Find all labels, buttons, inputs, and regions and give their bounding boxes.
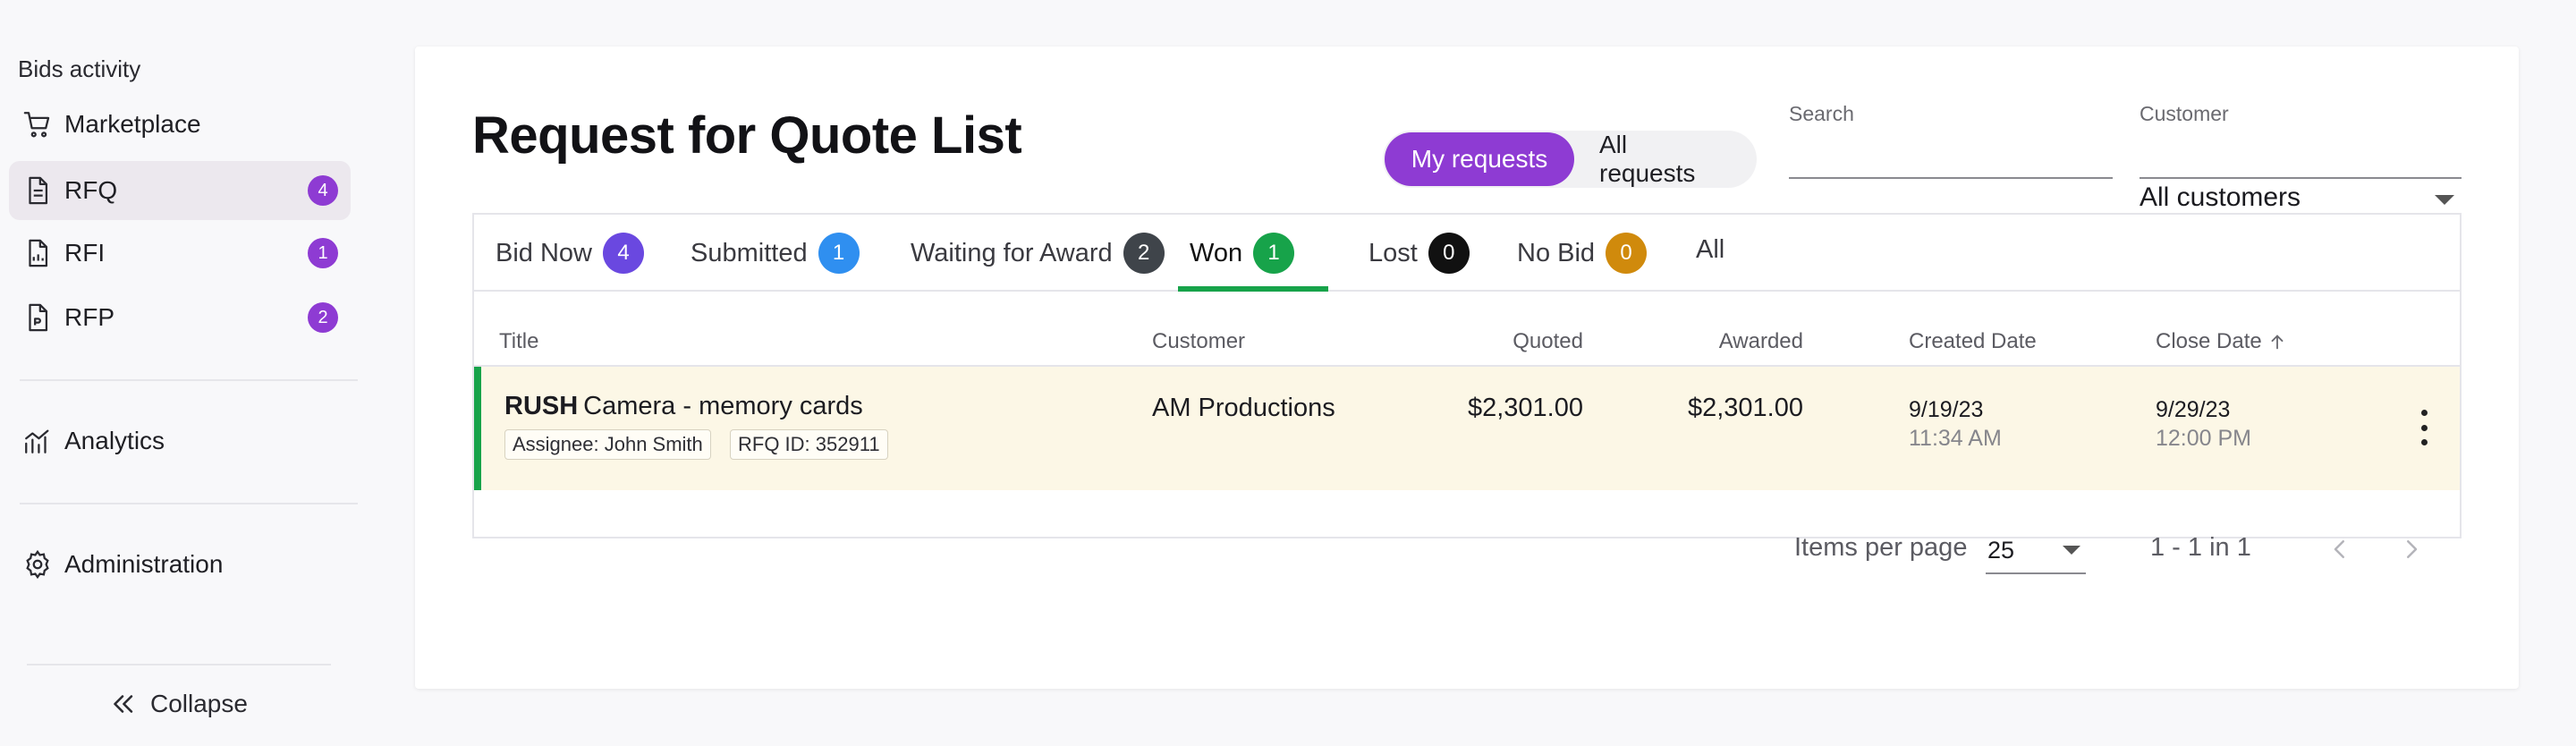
next-page-button[interactable]: [2394, 530, 2429, 569]
collapse-label: Collapse: [150, 690, 248, 717]
count-badge: 0: [1428, 233, 1470, 274]
row-awarded: $2,301.00: [1687, 394, 1803, 422]
document-icon: [20, 173, 55, 208]
more-options-icon[interactable]: [2415, 410, 2433, 445]
sidebar-section-title: Bids activity: [18, 55, 141, 82]
tab-label: Won: [1190, 238, 1243, 267]
divider: [20, 379, 358, 381]
sort-ascending-icon: [2271, 335, 2284, 350]
column-header-close-date[interactable]: Close Date: [2156, 329, 2287, 354]
tab-label: Lost: [1368, 238, 1418, 267]
tab-label: Waiting for Award: [911, 238, 1113, 267]
analytics-icon: [20, 423, 55, 459]
table-row[interactable]: RUSH Camera - memory cards Assignee: John…: [474, 367, 2460, 490]
count-badge: 2: [308, 302, 338, 333]
row-created-date: 9/19/23: [1909, 397, 1984, 422]
sidebar-item-label: RFI: [64, 239, 106, 267]
assignee-chip: Assignee: John Smith: [504, 429, 711, 460]
previous-page-button[interactable]: [2322, 530, 2358, 569]
column-header-quoted[interactable]: Quoted: [1404, 329, 1583, 354]
chevron-down-icon[interactable]: [2063, 546, 2080, 555]
tab-submitted[interactable]: Submitted 1: [691, 215, 860, 292]
count-badge: 2: [1123, 233, 1165, 274]
row-title: RUSH Camera - memory cards: [504, 392, 863, 421]
sidebar-item-label: Analytics: [64, 427, 165, 454]
request-scope-toggle: My requests All requests: [1383, 131, 1757, 188]
pagination-range: 1 - 1 in 1: [2150, 533, 2251, 562]
column-header-title[interactable]: Title: [499, 329, 538, 354]
items-per-page-underline: [1986, 572, 2086, 574]
main-card: Request for Quote List My requests All r…: [415, 47, 2519, 689]
customer-label: Customer: [2140, 102, 2229, 125]
sidebar-item-rfq[interactable]: RFQ 4: [9, 161, 351, 220]
divider: [20, 503, 358, 504]
column-header-created-date[interactable]: Created Date: [1909, 329, 2037, 354]
sidebar-item-rfp[interactable]: RFP 2: [9, 288, 351, 347]
count-badge: 1: [818, 233, 860, 274]
count-badge: 4: [603, 233, 644, 274]
row-quoted: $2,301.00: [1467, 394, 1583, 422]
count-badge: 4: [308, 175, 338, 206]
my-requests-button[interactable]: My requests: [1385, 132, 1574, 186]
count-badge: 1: [1253, 233, 1295, 274]
search-underline: [1789, 177, 2113, 179]
tab-label: No Bid: [1517, 238, 1596, 267]
sidebar-item-marketplace[interactable]: Marketplace: [9, 95, 351, 154]
sidebar-item-label: RFQ: [64, 176, 118, 204]
tab-label: Submitted: [691, 238, 808, 267]
page-title: Request for Quote List: [472, 106, 1022, 165]
sidebar-item-administration[interactable]: Administration: [9, 535, 351, 594]
sidebar-item-label: Marketplace: [64, 110, 201, 138]
search-label: Search: [1789, 102, 1854, 125]
count-badge: 1: [308, 238, 338, 268]
chevron-right-icon: [2407, 540, 2418, 558]
all-requests-button[interactable]: All requests: [1574, 131, 1755, 187]
search-input[interactable]: [1789, 181, 2111, 216]
tab-bid-now[interactable]: Bid Now 4: [496, 215, 644, 292]
count-badge: 0: [1606, 233, 1648, 274]
column-header-label: Close Date: [2156, 329, 2262, 353]
cart-icon: [20, 106, 55, 142]
rfq-table: Bid Now 4 Submitted 1 Waiting for Award …: [472, 213, 2462, 538]
row-close-date: 9/29/23: [2156, 397, 2231, 422]
tab-waiting-for-award[interactable]: Waiting for Award 2: [911, 215, 1165, 292]
document-file-icon: [20, 300, 55, 335]
tab-no-bid[interactable]: No Bid 0: [1517, 215, 1648, 292]
tab-all[interactable]: All: [1696, 211, 1724, 288]
customer-select[interactable]: All customers: [2140, 182, 2301, 213]
tab-won[interactable]: Won 1: [1190, 215, 1295, 292]
tab-lost[interactable]: Lost 0: [1368, 215, 1470, 292]
rfq-id-chip: RFQ ID: 352911: [730, 429, 888, 460]
column-header-customer[interactable]: Customer: [1152, 329, 1245, 354]
row-customer: AM Productions: [1152, 394, 1335, 422]
chevron-left-icon: [2334, 540, 2344, 558]
sidebar-item-rfi[interactable]: RFI 1: [9, 224, 351, 283]
gear-icon: [20, 547, 55, 582]
double-chevron-left-icon: [114, 695, 133, 713]
items-per-page-select[interactable]: 25: [1987, 537, 2014, 564]
items-per-page-label: Items per page: [1794, 533, 1968, 562]
active-tab-indicator: [1178, 286, 1328, 292]
row-created-time: 11:34 AM: [1909, 426, 2002, 451]
column-header-awarded[interactable]: Awarded: [1624, 329, 1803, 354]
document-chart-icon: [20, 235, 55, 271]
chevron-down-icon[interactable]: [2435, 195, 2454, 205]
sidebar-item-analytics[interactable]: Analytics: [9, 411, 351, 470]
sidebar: Bids activity Marketplace RFQ 4 RFI 1 RF…: [0, 0, 367, 746]
customer-underline: [2140, 177, 2462, 179]
tab-label: Bid Now: [496, 238, 592, 267]
priority-tag: RUSH: [504, 392, 579, 420]
row-title-text: Camera - memory cards: [583, 392, 863, 420]
sidebar-item-label: Administration: [64, 550, 224, 578]
sidebar-item-label: RFP: [64, 303, 114, 331]
row-close-time: 12:00 PM: [2156, 426, 2252, 451]
tab-label: All: [1696, 234, 1725, 264]
collapse-button[interactable]: Collapse: [107, 689, 248, 719]
divider: [27, 664, 331, 665]
status-tabs: Bid Now 4 Submitted 1 Waiting for Award …: [474, 215, 2460, 292]
